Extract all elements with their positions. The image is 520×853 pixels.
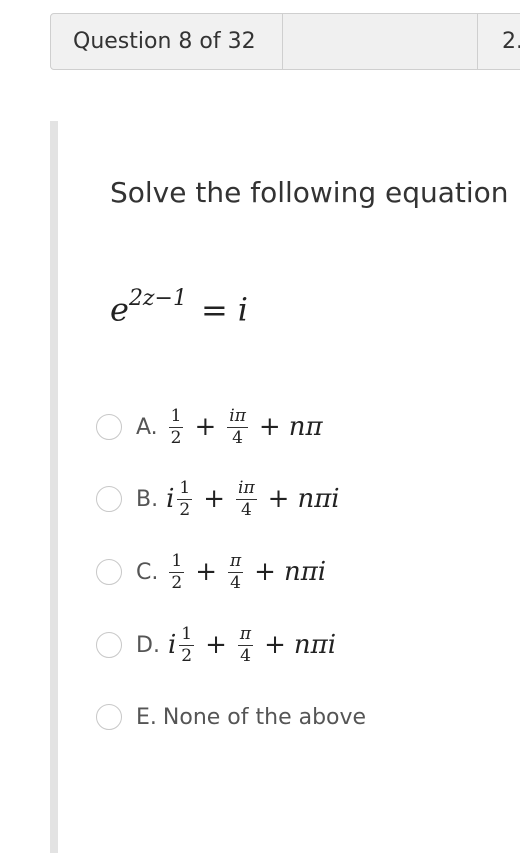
option-c-expression: 12 + π4 + nπi bbox=[166, 550, 327, 593]
equation-equals: = bbox=[200, 290, 228, 329]
plus-sign: + bbox=[267, 484, 290, 514]
question-navigation-bar: Question 8 of 32 2. bbox=[50, 13, 520, 70]
fraction: π4 bbox=[237, 623, 254, 666]
fraction: iπ 4 bbox=[227, 405, 248, 448]
option-a-expression: 12 + iπ 4 + nπ bbox=[166, 405, 323, 448]
fraction-denominator: 2 bbox=[170, 427, 182, 448]
fraction: 12 bbox=[177, 477, 193, 520]
question-equation: e2z−1 = i bbox=[110, 286, 249, 329]
fraction: π4 bbox=[227, 550, 244, 593]
option-b[interactable]: B. i 12 + iπ 4 + nπi bbox=[96, 477, 340, 520]
fraction-denominator: 2 bbox=[171, 572, 183, 593]
expression-tail: nπ bbox=[288, 412, 323, 442]
fraction: iπ 4 bbox=[236, 477, 257, 520]
expression-tail: nπi bbox=[293, 630, 337, 660]
fraction: 12 bbox=[168, 405, 184, 448]
question-counter: Question 8 of 32 bbox=[73, 29, 256, 54]
fraction-numerator: π bbox=[227, 550, 244, 573]
option-letter: E. bbox=[136, 704, 157, 730]
plus-sign: + bbox=[205, 630, 227, 660]
plus-sign: + bbox=[203, 484, 226, 514]
fraction-numerator: iπ bbox=[236, 477, 257, 500]
fraction-denominator: 4 bbox=[232, 427, 243, 448]
option-c[interactable]: C. 12 + π4 + nπi bbox=[96, 550, 327, 593]
fraction-numerator: 1 bbox=[179, 623, 195, 646]
radio-option-b[interactable] bbox=[96, 486, 122, 512]
fraction-numerator: iπ bbox=[227, 405, 248, 428]
fraction-denominator: 4 bbox=[230, 572, 241, 593]
plus-sign: + bbox=[254, 557, 276, 587]
question-progress-slot bbox=[282, 14, 478, 69]
radio-option-a[interactable] bbox=[96, 414, 122, 440]
fraction-numerator: 1 bbox=[177, 477, 193, 500]
expression-tail: nπi bbox=[297, 484, 340, 514]
radio-option-d[interactable] bbox=[96, 632, 122, 658]
option-letter: C. bbox=[136, 559, 159, 585]
option-letter: D. bbox=[136, 632, 160, 658]
fraction-numerator: π bbox=[237, 623, 254, 646]
option-letter: A. bbox=[136, 414, 158, 440]
fraction-numerator: 1 bbox=[168, 405, 184, 428]
plus-sign: + bbox=[194, 412, 217, 442]
option-letter: B. bbox=[136, 486, 159, 512]
option-e-text: None of the above bbox=[162, 704, 367, 730]
fraction-denominator: 4 bbox=[240, 499, 252, 520]
fraction-denominator: 4 bbox=[240, 645, 251, 666]
plus-sign: + bbox=[264, 630, 286, 660]
option-a[interactable]: A. 12 + iπ 4 + nπ bbox=[96, 405, 323, 448]
next-question-tab[interactable]: 2. bbox=[502, 14, 520, 69]
option-d[interactable]: D. i 12 + π4 + nπi bbox=[96, 623, 337, 666]
fraction-denominator: 2 bbox=[179, 499, 191, 520]
question-left-rail bbox=[50, 121, 58, 853]
radio-option-c[interactable] bbox=[96, 559, 122, 585]
radio-option-e[interactable] bbox=[96, 704, 122, 730]
question-prompt: Solve the following equation bbox=[110, 176, 509, 209]
equation-base: e bbox=[110, 290, 129, 329]
fraction: 12 bbox=[169, 550, 185, 593]
expression-prefix: i bbox=[167, 630, 177, 660]
equation-rhs: i bbox=[237, 290, 249, 329]
plus-sign: + bbox=[195, 557, 217, 587]
expression-tail: nπi bbox=[283, 557, 327, 587]
expression-prefix: i bbox=[166, 484, 175, 514]
option-d-expression: i 12 + π4 + nπi bbox=[167, 623, 337, 666]
fraction: 12 bbox=[179, 623, 195, 666]
fraction-denominator: 2 bbox=[181, 645, 193, 666]
option-b-expression: i 12 + iπ 4 + nπi bbox=[166, 477, 340, 520]
option-e[interactable]: E. None of the above bbox=[96, 699, 366, 735]
fraction-numerator: 1 bbox=[169, 550, 185, 573]
equation-exponent: 2z−1 bbox=[128, 286, 187, 311]
plus-sign: + bbox=[258, 412, 281, 442]
